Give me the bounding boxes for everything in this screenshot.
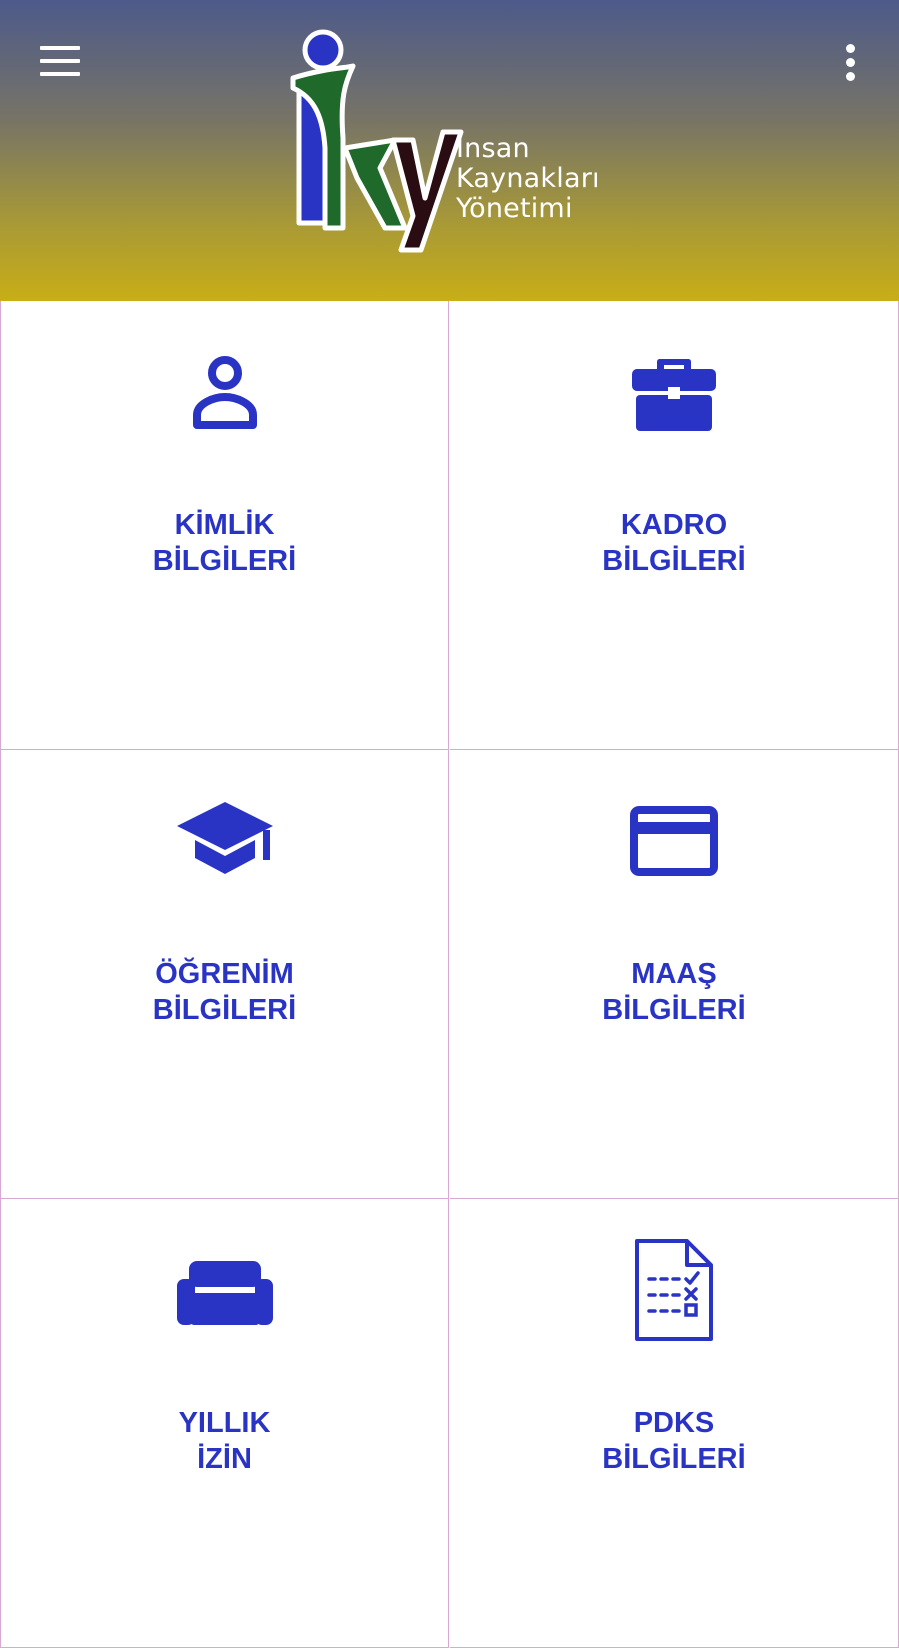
tile-label-line: PDKS xyxy=(633,1407,715,1439)
tile-kimlik-bilgileri[interactable]: KİMLİK BİLGİLERİ xyxy=(0,301,449,750)
person-icon xyxy=(192,356,257,429)
logo-text: İnsan Kaynakları Yönetimi xyxy=(456,134,600,224)
logo-line: İnsan xyxy=(456,133,530,164)
tile-label-line: BİLGİLERİ xyxy=(602,1443,746,1475)
more-dot xyxy=(846,58,855,67)
more-dot xyxy=(846,72,855,81)
tile-label-line: BİLGİLERİ xyxy=(602,545,746,577)
credit-card-icon xyxy=(630,806,718,876)
sofa-icon xyxy=(176,1261,273,1325)
tile-label-line: KADRO xyxy=(620,509,728,541)
more-dot xyxy=(846,44,855,53)
more-options-button[interactable] xyxy=(830,38,872,88)
logo-line: Kaynakları xyxy=(456,163,600,194)
menu-bar xyxy=(40,59,80,63)
tile-label-line: BİLGİLERİ xyxy=(152,994,297,1026)
logo-line: Yönetimi xyxy=(456,193,573,224)
tile-label-line: ÖĞRENİM xyxy=(155,958,294,990)
menu-bar xyxy=(40,46,80,50)
menu-grid: KİMLİK BİLGİLERİ KADRO BİLGİLERİ ÖĞRENİM… xyxy=(0,301,899,1648)
tile-label-line: İZİN xyxy=(197,1443,252,1475)
graduation-cap-icon xyxy=(176,802,273,874)
app-header: İnsan Kaynakları Yönetimi xyxy=(0,0,899,301)
tile-ogrenim-bilgileri[interactable]: ÖĞRENİM BİLGİLERİ xyxy=(0,750,449,1199)
tile-label-line: BİLGİLERİ xyxy=(152,545,297,577)
tile-label-line: MAAŞ xyxy=(631,958,717,990)
tile-label-line: BİLGİLERİ xyxy=(602,994,746,1026)
briefcase-icon xyxy=(632,359,716,431)
tile-label-line: KİMLİK xyxy=(174,509,275,541)
tile-maas-bilgileri[interactable]: MAAŞ BİLGİLERİ xyxy=(450,750,899,1199)
tile-pdks-bilgileri[interactable]: PDKS BİLGİLERİ xyxy=(450,1199,899,1648)
tile-yillik-izin[interactable]: YILLIK İZİN xyxy=(0,1199,449,1648)
menu-bar xyxy=(40,72,80,76)
tile-label-line: YILLIK xyxy=(178,1407,271,1439)
checklist-document-icon xyxy=(635,1239,713,1341)
tile-kadro-bilgileri[interactable]: KADRO BİLGİLERİ xyxy=(450,301,899,750)
hamburger-menu-button[interactable] xyxy=(36,40,84,82)
